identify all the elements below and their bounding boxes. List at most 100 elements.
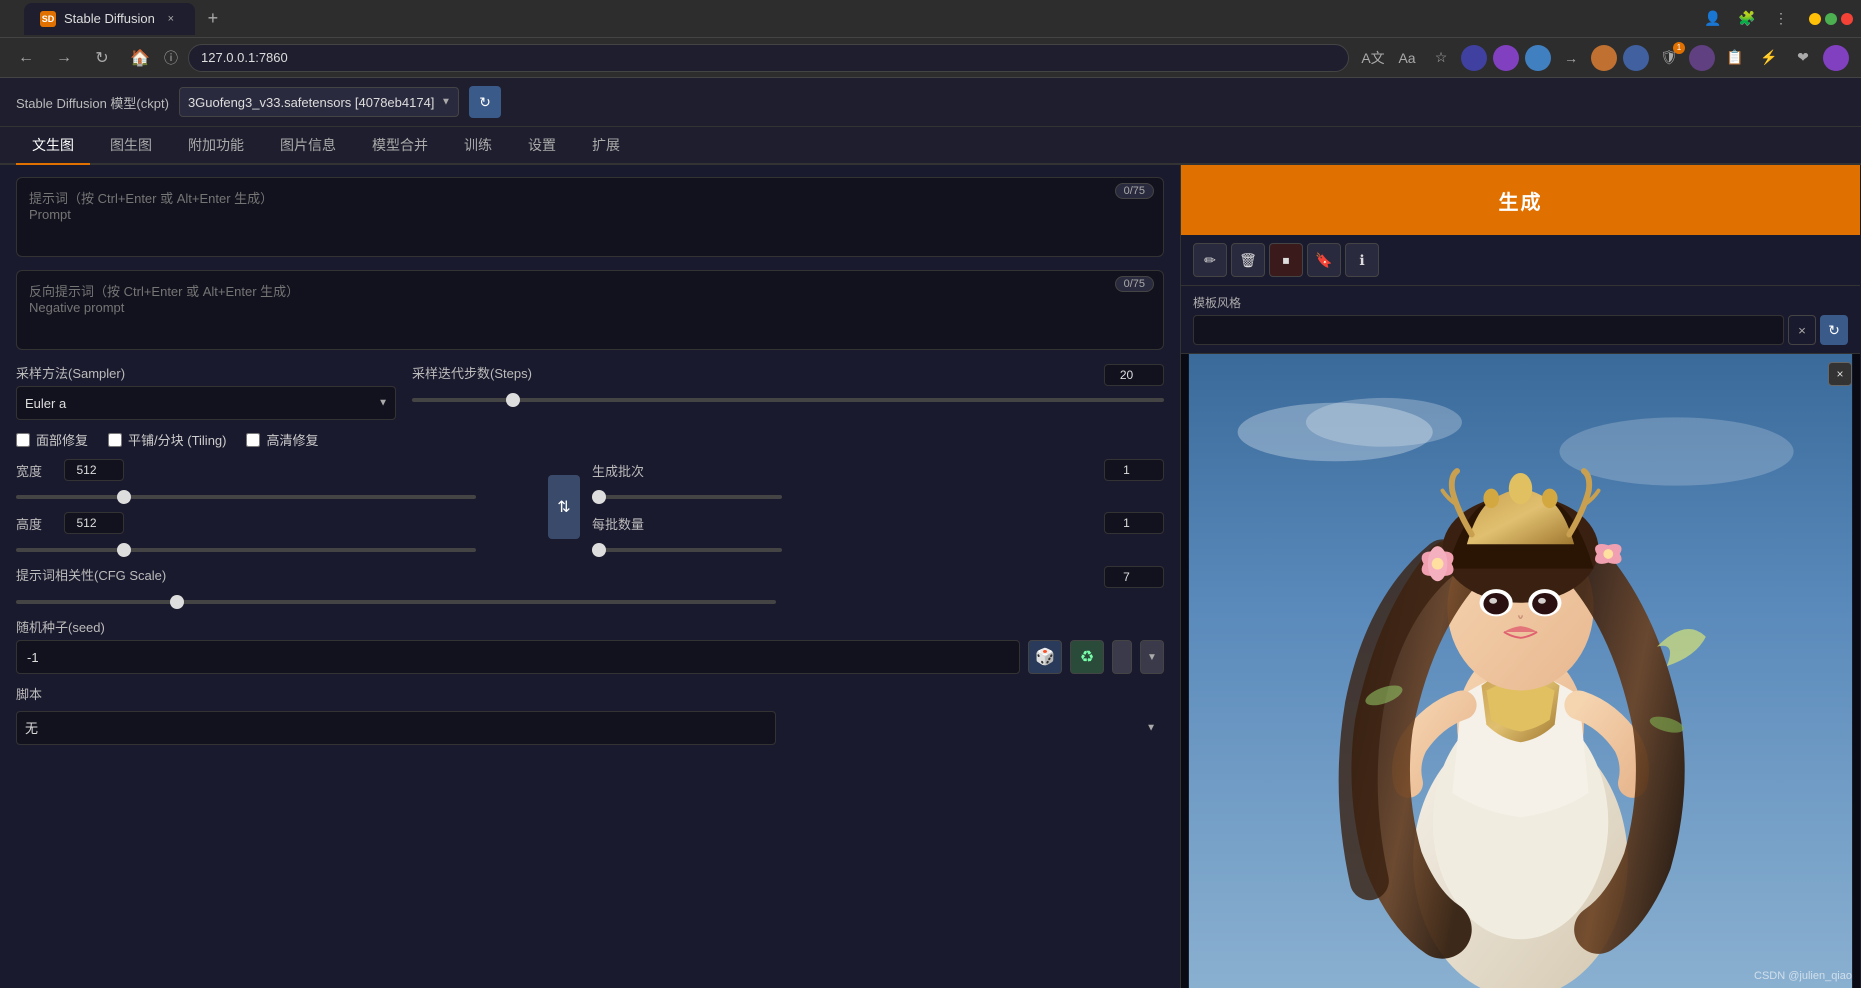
extension6-icon[interactable] — [1623, 45, 1649, 71]
script-section: 脚本 无 — [16, 684, 1164, 745]
generate-button[interactable]: 生成 — [1181, 165, 1860, 235]
tab-train[interactable]: 训练 — [448, 127, 508, 165]
hires-fix-label: 高清修复 — [266, 430, 318, 449]
extension4-icon[interactable]: → — [1557, 44, 1585, 72]
generated-image — [1181, 354, 1860, 988]
swap-dimensions-button[interactable]: ⇅ — [548, 475, 580, 539]
profile-icon[interactable]: 👤 — [1699, 5, 1727, 33]
extension8-icon[interactable] — [1689, 45, 1715, 71]
batch-size-input[interactable] — [1104, 512, 1164, 534]
style-input[interactable] — [1193, 315, 1784, 345]
seed-section: 随机种子(seed) 🎲 ♻ ▼ — [16, 617, 1164, 674]
bookmark-icon-button[interactable]: 🔖 — [1307, 243, 1341, 277]
random-seed-button[interactable]: 🎲 — [1028, 640, 1062, 674]
active-tab[interactable]: SD Stable Diffusion × — [24, 3, 195, 35]
hires-fix-checkbox[interactable]: 高清修复 — [246, 430, 318, 449]
model-refresh-button[interactable]: ↻ — [469, 86, 501, 118]
batch-count-label: 生成批次 — [592, 461, 1096, 480]
tab-extensions[interactable]: 扩展 — [576, 127, 636, 165]
style-apply-button[interactable]: ↻ — [1820, 315, 1848, 345]
batch-count-slider[interactable] — [592, 495, 782, 499]
width-value-input[interactable] — [64, 459, 124, 481]
reuse-seed-button[interactable]: ♻ — [1070, 640, 1104, 674]
tab-img2img[interactable]: 图生图 — [94, 127, 168, 165]
tab-extras[interactable]: 附加功能 — [172, 127, 260, 165]
cfg-slider[interactable] — [16, 600, 776, 604]
tiling-checkbox[interactable]: 平铺/分块 (Tiling) — [108, 430, 226, 449]
new-tab-button[interactable]: + — [199, 5, 227, 33]
minimize-button[interactable] — [1809, 13, 1821, 25]
extension2-icon[interactable] — [1493, 45, 1519, 71]
face-restore-checkbox[interactable]: 面部修复 — [16, 430, 88, 449]
batch-size-slider[interactable] — [592, 548, 782, 552]
sampler-select[interactable]: Euler a Euler DPM++ 2M DDIM — [16, 386, 396, 420]
tabs-bar: 文生图 图生图 附加功能 图片信息 模型合并 训练 设置 扩展 — [0, 127, 1861, 165]
extension10-icon[interactable]: ⚡ — [1755, 44, 1783, 72]
height-row: 高度 — [16, 512, 536, 534]
batch-section: 生成批次 每批数量 — [592, 459, 1164, 555]
width-slider[interactable] — [16, 495, 476, 499]
seed-dropdown-button[interactable]: ▼ — [1140, 640, 1164, 674]
tiling-input[interactable] — [108, 433, 122, 447]
tab-settings[interactable]: 设置 — [512, 127, 572, 165]
trash-icon-button[interactable]: 🗑 — [1231, 243, 1265, 277]
url-input[interactable] — [188, 44, 1349, 72]
hires-fix-input[interactable] — [246, 433, 260, 447]
extension5-icon[interactable] — [1591, 45, 1617, 71]
home-button[interactable]: 🏠 — [126, 44, 154, 72]
style-clear-button[interactable]: × — [1788, 315, 1816, 345]
avatar-icon[interactable] — [1823, 45, 1849, 71]
pen-icon-button[interactable]: ✏ — [1193, 243, 1227, 277]
face-restore-input[interactable] — [16, 433, 30, 447]
reader-icon[interactable]: Aa — [1393, 44, 1421, 72]
batch-size-row: 每批数量 — [592, 512, 1164, 534]
batch-count-input[interactable] — [1104, 459, 1164, 481]
tab-merge[interactable]: 模型合并 — [356, 127, 444, 165]
seed-row: 🎲 ♻ ▼ — [16, 640, 1164, 674]
tab-favicon: SD — [40, 11, 56, 27]
width-row: 宽度 — [16, 459, 536, 481]
maximize-button[interactable] — [1825, 13, 1837, 25]
cfg-value-input[interactable] — [1104, 566, 1164, 588]
image-preview-area: × CSDN @julien_qiao — [1181, 354, 1860, 988]
sampler-select-wrapper: Euler a Euler DPM++ 2M DDIM — [16, 386, 396, 420]
forward-button[interactable]: → — [50, 44, 78, 72]
model-select-wrapper: 3Guofeng3_v33.safetensors [4078eb4174] ▼ — [179, 87, 459, 117]
positive-prompt-input[interactable] — [16, 177, 1164, 257]
tab-png-info[interactable]: 图片信息 — [264, 127, 352, 165]
info-icon-button[interactable]: ℹ — [1345, 243, 1379, 277]
extensions-icon[interactable]: 🧩 — [1733, 5, 1761, 33]
tab-close-button[interactable]: × — [163, 11, 179, 27]
height-label: 高度 — [16, 514, 56, 533]
tab-txt2img[interactable]: 文生图 — [16, 127, 90, 165]
extension7-icon[interactable]: 🛡1 — [1655, 44, 1683, 72]
steps-value-input[interactable] — [1104, 364, 1164, 386]
translate-icon[interactable]: A文 — [1359, 44, 1387, 72]
negative-prompt-input[interactable] — [16, 270, 1164, 350]
seed-input[interactable] — [16, 640, 1020, 674]
positive-prompt-section: 0/75 — [16, 177, 1164, 260]
height-value-input[interactable] — [64, 512, 124, 534]
stop-icon-button[interactable]: ⏹ — [1269, 243, 1303, 277]
close-button[interactable] — [1841, 13, 1853, 25]
width-label: 宽度 — [16, 461, 56, 480]
bookmark-icon[interactable]: ☆ — [1427, 44, 1455, 72]
extra-seed-button[interactable] — [1112, 640, 1132, 674]
action-icons-row: ✏ 🗑 ⏹ 🔖 ℹ — [1181, 235, 1860, 286]
back-button[interactable]: ← — [12, 44, 40, 72]
settings-icon[interactable]: ⋮ — [1767, 5, 1795, 33]
main-content: 0/75 0/75 采样方法(Sampler) Euler a Euler DP… — [0, 165, 1861, 988]
extension11-icon[interactable]: ❤ — [1789, 44, 1817, 72]
steps-slider[interactable] — [412, 398, 1164, 402]
extension9-icon[interactable]: 📋 — [1721, 44, 1749, 72]
script-label: 脚本 — [16, 684, 1164, 703]
refresh-button[interactable]: ↻ — [88, 44, 116, 72]
script-select[interactable]: 无 — [16, 711, 776, 745]
extension3-icon[interactable] — [1525, 45, 1551, 71]
tab-bar: SD Stable Diffusion × + — [24, 3, 1691, 35]
extension1-icon[interactable] — [1461, 45, 1487, 71]
model-select[interactable]: 3Guofeng3_v33.safetensors [4078eb4174] — [179, 87, 459, 117]
height-slider[interactable] — [16, 548, 476, 552]
model-label: Stable Diffusion 模型(ckpt) — [16, 93, 169, 112]
image-close-button[interactable]: × — [1828, 362, 1852, 386]
